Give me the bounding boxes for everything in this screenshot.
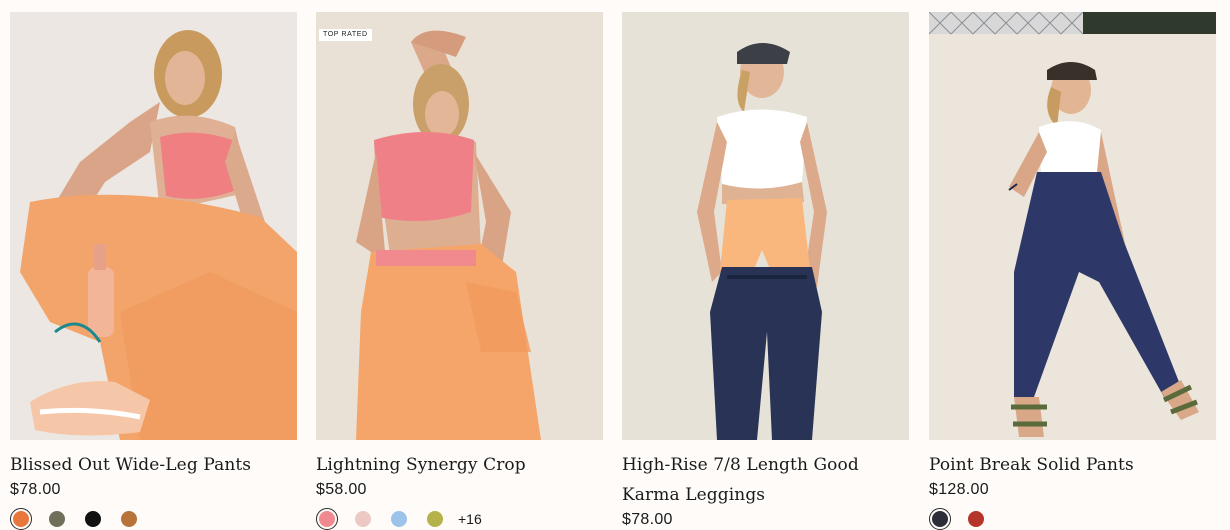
- product-image[interactable]: [10, 12, 297, 440]
- swatch-color: [355, 511, 371, 527]
- color-swatch[interactable]: [388, 508, 410, 530]
- swatch-color: [85, 511, 101, 527]
- swatch-color: [49, 511, 65, 527]
- color-swatch[interactable]: [929, 508, 951, 530]
- product-title[interactable]: Lightning Synergy Crop: [316, 450, 603, 480]
- color-swatch[interactable]: [352, 508, 374, 530]
- swatch-color: [13, 511, 29, 527]
- product-card[interactable]: Point Break Solid Pants $128.00: [929, 12, 1216, 530]
- product-card[interactable]: High-Rise 7/8 Length Good Karma Leggings…: [622, 12, 909, 530]
- product-title[interactable]: Point Break Solid Pants: [929, 450, 1216, 480]
- color-swatch[interactable]: [424, 508, 446, 530]
- color-swatch[interactable]: [316, 508, 338, 530]
- product-price: $58.00: [316, 481, 367, 498]
- color-swatch[interactable]: [46, 508, 68, 530]
- product-title[interactable]: Blissed Out Wide-Leg Pants: [10, 450, 297, 480]
- top-rated-badge: TOP RATED: [319, 29, 372, 41]
- product-image[interactable]: [622, 12, 909, 440]
- color-swatch[interactable]: [965, 508, 987, 530]
- color-swatches: [929, 508, 1216, 530]
- swatch-color: [968, 511, 984, 527]
- swatch-color: [391, 511, 407, 527]
- product-price: $78.00: [622, 511, 673, 528]
- product-grid: Blissed Out Wide-Leg Pants $78.00 TOP RA…: [10, 12, 1216, 530]
- product-price: $78.00: [10, 481, 61, 498]
- swatch-color: [427, 511, 443, 527]
- product-title[interactable]: High-Rise 7/8 Length Good Karma Leggings: [622, 450, 909, 510]
- color-swatch[interactable]: [118, 508, 140, 530]
- swatch-color: [932, 511, 948, 527]
- color-swatches: [10, 508, 297, 530]
- more-colors-count[interactable]: +16: [458, 511, 482, 527]
- color-swatch[interactable]: [82, 508, 104, 530]
- product-image[interactable]: TOP RATED: [316, 12, 603, 440]
- swatch-color: [121, 511, 137, 527]
- color-swatch[interactable]: [10, 508, 32, 530]
- swatch-color: [319, 511, 335, 527]
- product-card[interactable]: Blissed Out Wide-Leg Pants $78.00: [10, 12, 297, 530]
- product-card[interactable]: TOP RATED Lightning Synergy Crop $58.00 …: [316, 12, 603, 530]
- color-swatches: +16: [316, 508, 603, 530]
- product-price: $128.00: [929, 481, 989, 498]
- product-image[interactable]: [929, 12, 1216, 440]
